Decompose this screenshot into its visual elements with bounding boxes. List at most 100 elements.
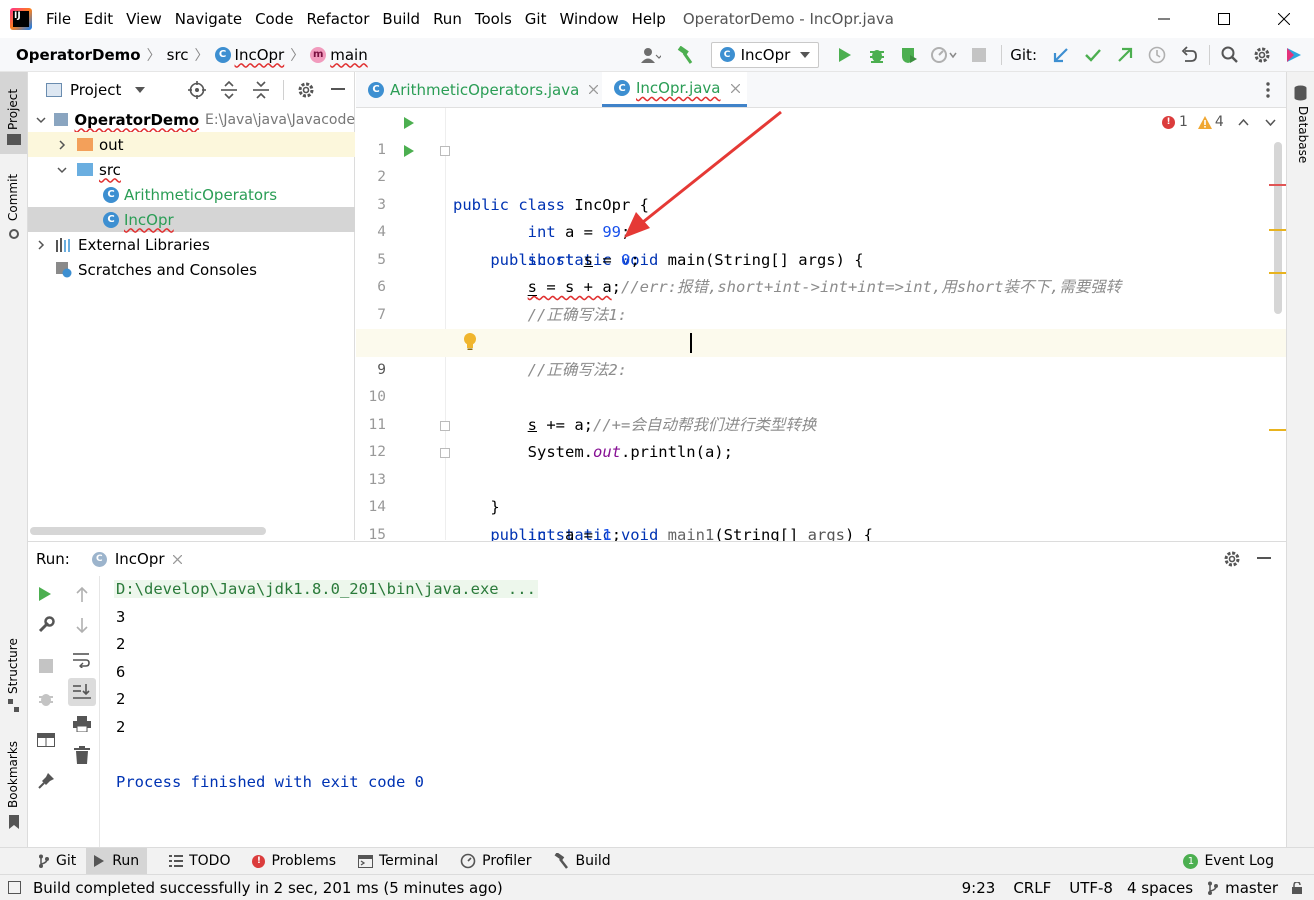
bookmarks-tool-tab[interactable]: Bookmarks bbox=[0, 732, 27, 832]
breadcrumb-src[interactable]: src bbox=[167, 46, 189, 64]
project-tool-tab[interactable]: Project bbox=[0, 72, 27, 154]
tree-item-incopr[interactable]: C IncOpr bbox=[28, 207, 355, 232]
menu-refactor[interactable]: Refactor bbox=[306, 10, 369, 28]
git-commit-icon[interactable] bbox=[1077, 47, 1109, 63]
fold-icon[interactable] bbox=[440, 420, 450, 431]
commit-tool-tab[interactable]: Commit bbox=[0, 167, 27, 245]
expand-all-icon[interactable] bbox=[217, 81, 241, 99]
project-panel-title[interactable]: Project bbox=[70, 81, 121, 99]
debug-icon[interactable] bbox=[861, 46, 893, 64]
breadcrumb-class[interactable]: IncOpr bbox=[235, 46, 285, 64]
build-hammer-icon[interactable] bbox=[669, 45, 701, 64]
maximize-icon[interactable] bbox=[1194, 0, 1254, 38]
code-line[interactable]: 16 System.out.println(a); bbox=[356, 522, 1286, 541]
tree-item-external-libraries[interactable]: External Libraries bbox=[28, 232, 355, 257]
horizontal-scrollbar[interactable] bbox=[30, 527, 266, 535]
coverage-icon[interactable] bbox=[893, 46, 925, 64]
settings-gear-icon[interactable] bbox=[1220, 550, 1244, 568]
code-line[interactable]: 2 public static void main(String[] args)… bbox=[356, 137, 1286, 269]
run-config-select[interactable]: C IncOpr bbox=[710, 41, 820, 68]
menu-help[interactable]: Help bbox=[632, 10, 666, 28]
menu-view[interactable]: View bbox=[126, 10, 162, 28]
lock-icon[interactable] bbox=[1292, 881, 1302, 894]
tool-tab-terminal[interactable]: Terminal bbox=[358, 853, 438, 869]
breadcrumb-project[interactable]: OperatorDemo bbox=[16, 46, 141, 64]
structure-tool-tab[interactable]: Structure bbox=[0, 627, 27, 717]
git-push-icon[interactable] bbox=[1109, 47, 1141, 63]
code-line[interactable]: 4 short s = 0; bbox=[356, 192, 1286, 269]
error-stripe-marker[interactable] bbox=[1269, 184, 1286, 186]
git-branch[interactable]: master bbox=[1225, 879, 1278, 897]
run-gutter-icon[interactable] bbox=[403, 144, 415, 158]
file-encoding[interactable]: UTF-8 bbox=[1069, 879, 1113, 897]
chevron-down-icon[interactable] bbox=[36, 115, 48, 125]
run-tab-incopr[interactable]: C IncOpr bbox=[91, 550, 182, 568]
hide-panel-icon[interactable] bbox=[326, 88, 350, 92]
chevron-down-icon[interactable] bbox=[135, 87, 146, 93]
breadcrumb-method[interactable]: main bbox=[330, 46, 367, 64]
code-line[interactable]: 11 System.out.println(a); bbox=[356, 384, 1286, 462]
menu-navigate[interactable]: Navigate bbox=[175, 10, 242, 28]
tree-item-arithmetic-operators[interactable]: C ArithmeticOperators bbox=[28, 182, 355, 207]
event-log-button[interactable]: 1 Event Log bbox=[1183, 853, 1274, 869]
close-tab-icon[interactable] bbox=[589, 85, 599, 94]
run-icon[interactable] bbox=[829, 47, 861, 63]
close-window-icon[interactable] bbox=[1254, 0, 1314, 38]
menu-window[interactable]: Window bbox=[559, 10, 618, 28]
warning-stripe-marker[interactable] bbox=[1269, 229, 1286, 231]
tool-tab-build[interactable]: Build bbox=[553, 853, 611, 869]
close-tab-icon[interactable] bbox=[730, 83, 740, 93]
database-tool-tab[interactable]: Database bbox=[1287, 78, 1314, 178]
menu-tools[interactable]: Tools bbox=[475, 10, 512, 28]
code-line[interactable]: 6 //正确写法1: bbox=[356, 247, 1286, 324]
warning-stripe-marker[interactable] bbox=[1269, 272, 1286, 274]
profiler-icon[interactable] bbox=[925, 46, 965, 64]
chevron-right-icon[interactable] bbox=[36, 239, 50, 250]
code-line[interactable]: 15 a += 2; bbox=[356, 494, 1286, 572]
menu-build[interactable]: Build bbox=[382, 10, 420, 28]
code-line-current[interactable]: 9 s += a;//+=会自动帮我们进行类型转换 bbox=[356, 329, 1286, 434]
search-icon[interactable] bbox=[1214, 46, 1246, 64]
console-output[interactable]: D:\develop\Java\jdk1.8.0_201\bin\java.ex… bbox=[28, 576, 1286, 848]
menu-code[interactable]: Code bbox=[255, 10, 293, 28]
code-line[interactable]: 3 int a = 99; bbox=[356, 164, 1286, 242]
line-separator[interactable]: CRLF bbox=[1013, 879, 1051, 897]
lightbulb-icon[interactable] bbox=[463, 333, 477, 351]
more-tabs-icon[interactable] bbox=[1266, 82, 1270, 98]
code-line[interactable]: 7 s = (short)(s + a); bbox=[356, 274, 1286, 352]
menu-file[interactable]: File bbox=[46, 10, 71, 28]
tab-incopr[interactable]: C IncOpr.java bbox=[602, 72, 747, 107]
settings-gear-icon[interactable] bbox=[1246, 46, 1278, 64]
warning-stripe-marker[interactable] bbox=[1269, 429, 1286, 431]
collapse-all-icon[interactable] bbox=[249, 81, 273, 99]
tool-tab-run[interactable]: Run bbox=[86, 848, 148, 874]
history-icon[interactable] bbox=[1141, 46, 1173, 64]
tree-item-scratches[interactable]: Scratches and Consoles bbox=[28, 257, 355, 282]
menu-edit[interactable]: Edit bbox=[84, 10, 113, 28]
vertical-scrollbar[interactable] bbox=[1274, 142, 1282, 314]
minimize-icon[interactable] bbox=[1134, 0, 1194, 38]
code-line[interactable]: 12 } bbox=[356, 412, 1286, 516]
fold-icon[interactable] bbox=[440, 145, 450, 156]
fold-icon[interactable] bbox=[440, 448, 450, 458]
close-tab-icon[interactable] bbox=[172, 554, 182, 564]
code-line[interactable]: 5 s = s + a;//err:报错,short+int->int+int=… bbox=[356, 219, 1286, 297]
tool-tab-todo[interactable]: TODO bbox=[169, 853, 230, 869]
hide-panel-icon[interactable] bbox=[1254, 557, 1274, 561]
tree-item-out[interactable]: out bbox=[28, 132, 355, 157]
git-update-icon[interactable] bbox=[1045, 47, 1077, 63]
tool-tab-git[interactable]: Git bbox=[38, 853, 76, 869]
tree-item-src[interactable]: src bbox=[28, 157, 355, 182]
menu-git[interactable]: Git bbox=[525, 10, 547, 28]
tool-tab-profiler[interactable]: Profiler bbox=[460, 853, 531, 869]
rollback-icon[interactable] bbox=[1173, 45, 1205, 64]
settings-gear-icon[interactable] bbox=[294, 81, 318, 99]
code-line[interactable]: 8 //正确写法2: bbox=[356, 302, 1286, 379]
code-line[interactable]: 14 int a = 1; bbox=[356, 467, 1286, 544]
tab-arithmetic-operators[interactable]: C ArithmeticOperators.java bbox=[356, 72, 602, 107]
tool-tab-problems[interactable]: ! Problems bbox=[252, 853, 336, 869]
user-icon[interactable] bbox=[633, 47, 669, 63]
chevron-right-icon[interactable] bbox=[57, 139, 71, 150]
code-line[interactable]: 10 bbox=[356, 357, 1286, 405]
jetbrains-logo-icon[interactable] bbox=[1278, 46, 1310, 64]
